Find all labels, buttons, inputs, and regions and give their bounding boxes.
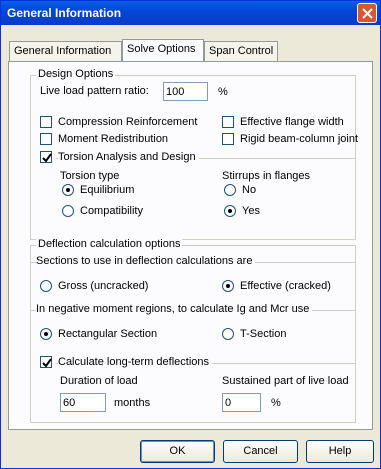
close-button[interactable]: [357, 3, 377, 23]
ok-button[interactable]: OK: [140, 440, 215, 463]
check-icon: [42, 358, 52, 368]
rigid-beam-column-label: Rigid beam-column joint: [240, 133, 358, 145]
tab-general-information[interactable]: General Information: [9, 41, 122, 61]
t-section-radio[interactable]: [222, 328, 234, 340]
live-load-label: Live load pattern ratio:: [40, 85, 149, 97]
t-section-label: T-Section: [240, 328, 287, 340]
help-button[interactable]: Help: [306, 440, 374, 463]
help-button-label: Help: [328, 445, 352, 457]
stirrups-label: Stirrups in flanges: [222, 170, 311, 182]
stirrups-no-label: No: [242, 184, 257, 196]
compatibility-label: Compatibility: [80, 205, 143, 217]
equilibrium-label: Equilibrium: [80, 184, 135, 196]
effective-cracked-label: Effective (cracked): [240, 280, 331, 292]
dialog-window: General Information General Information …: [0, 0, 381, 469]
gross-uncracked-radio[interactable]: [40, 280, 52, 292]
sections-label: Sections to use in deflection calculatio…: [36, 255, 256, 267]
close-icon: [362, 8, 373, 19]
title-bar[interactable]: General Information: [1, 1, 380, 25]
torsion-checkbox[interactable]: [40, 151, 52, 163]
torsion-label: Torsion Analysis and Design: [58, 151, 199, 163]
sustained-unit: %: [271, 397, 281, 409]
live-load-input[interactable]: [163, 82, 208, 101]
stirrups-yes-label: Yes: [242, 205, 260, 217]
effective-flange-width-label: Effective flange width: [240, 116, 344, 128]
ok-button-label: OK: [169, 445, 186, 457]
tab-label: General Information: [14, 45, 112, 57]
radio-dot: [66, 188, 70, 192]
radio-dot: [226, 284, 230, 288]
tab-label: Solve Options: [127, 43, 196, 55]
radio-dot: [44, 332, 48, 336]
duration-input[interactable]: [60, 393, 106, 412]
longterm-checkbox[interactable]: [40, 356, 52, 368]
sustained-input[interactable]: [222, 393, 261, 412]
negative-moment-label: In negative moment regions, to calculate…: [36, 303, 313, 315]
duration-unit: months: [114, 397, 151, 409]
gross-uncracked-label: Gross (uncracked): [58, 280, 149, 292]
rectangular-section-label: Rectangular Section: [58, 328, 158, 340]
solve-options-panel: Design Options Live load pattern ratio: …: [8, 61, 373, 430]
effective-flange-width-checkbox[interactable]: [222, 116, 234, 128]
deflection-legend: Deflection calculation options: [36, 238, 183, 250]
sustained-label: Sustained part of live load: [222, 375, 349, 387]
design-options-legend: Design Options: [36, 68, 116, 80]
rectangular-section-radio[interactable]: [40, 328, 52, 340]
check-icon: [42, 153, 52, 163]
cancel-button[interactable]: Cancel: [223, 440, 298, 463]
longterm-label: Calculate long-term deflections: [58, 356, 213, 368]
duration-label: Duration of load: [60, 375, 138, 387]
window-title: General Information: [7, 6, 122, 20]
compression-reinforcement-label: Compression Reinforcement: [58, 116, 198, 128]
effective-cracked-radio[interactable]: [222, 280, 234, 292]
stirrups-yes-radio[interactable]: [224, 205, 236, 217]
equilibrium-radio[interactable]: [62, 184, 74, 196]
moment-redistribution-label: Moment Redistribution: [58, 133, 169, 145]
moment-redistribution-checkbox[interactable]: [40, 133, 52, 145]
tab-solve-options[interactable]: Solve Options: [122, 39, 204, 61]
compatibility-radio[interactable]: [62, 205, 74, 217]
stirrups-no-radio[interactable]: [224, 184, 236, 196]
compression-reinforcement-checkbox[interactable]: [40, 116, 52, 128]
rigid-beam-column-checkbox[interactable]: [222, 133, 234, 145]
cancel-button-label: Cancel: [243, 445, 278, 457]
live-load-unit: %: [218, 86, 228, 98]
tab-label: Span Control: [209, 45, 274, 57]
radio-dot: [228, 209, 232, 213]
tab-span-control[interactable]: Span Control: [204, 41, 278, 61]
torsion-type-label: Torsion type: [60, 170, 120, 182]
